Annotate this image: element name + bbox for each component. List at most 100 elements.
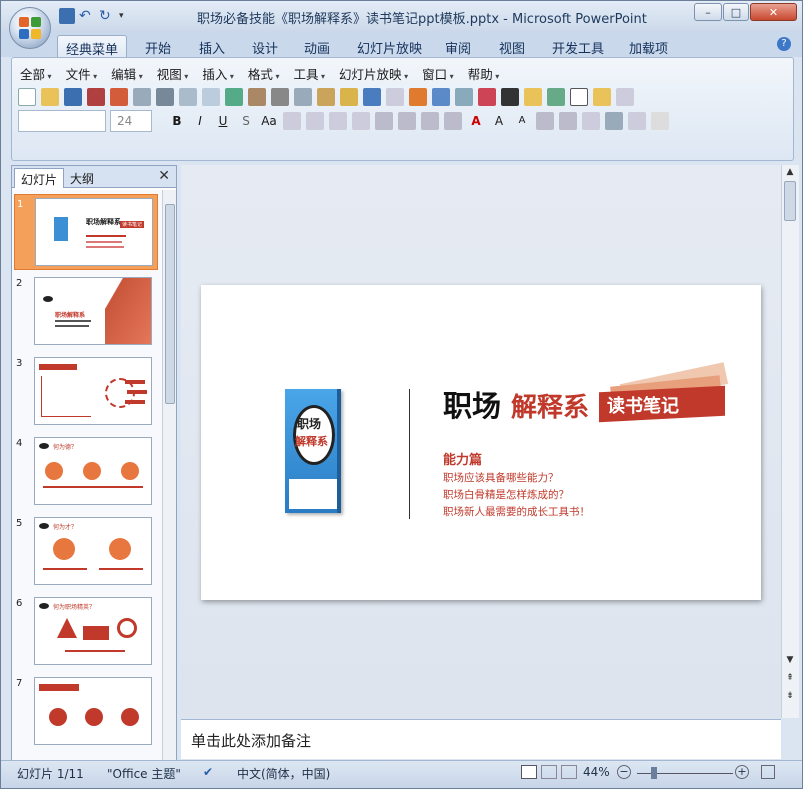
thumbnail-scrollbar[interactable] [162,190,176,760]
align-right-icon[interactable] [329,112,347,130]
menu-edit[interactable]: 编辑 [111,64,143,82]
undo-icon[interactable]: ↶ [79,8,95,24]
print-icon[interactable] [156,88,174,106]
scroll-up-icon[interactable]: ▲ [784,167,796,179]
shadow-icon[interactable]: S [237,112,255,130]
grow-font-icon[interactable]: A [490,112,508,130]
shape-fill-icon[interactable] [628,112,646,130]
menu-format[interactable]: 格式 [248,64,280,82]
menu-help[interactable]: 帮助 [468,64,500,82]
table-icon[interactable] [432,88,450,106]
menu-all[interactable]: 全部 [20,64,52,82]
theme-name[interactable]: "Office 主题" [107,765,181,782]
slide-thumbnail[interactable]: 4 何为德？ [14,434,158,510]
help-icon[interactable]: ? [777,37,791,51]
copy-icon[interactable] [294,88,312,106]
menu-slideshow[interactable]: 幻灯片放映 [339,64,408,82]
new-icon[interactable] [18,88,36,106]
close-button[interactable]: ✕ [750,3,797,21]
bullets-icon[interactable] [444,112,462,130]
notes-pane[interactable]: 单击此处添加备注 [181,719,781,759]
shrink-font-icon[interactable]: A [513,112,531,130]
zoom-slider-thumb[interactable] [651,767,657,779]
align-center-icon[interactable] [306,112,324,130]
slide-thumbnail[interactable]: 2 职场解释系 [14,274,158,350]
increase-indent-icon[interactable] [559,112,577,130]
redo-icon[interactable]: ↻ [99,8,115,24]
tab-slideshow[interactable]: 幻灯片放映 [349,35,430,57]
minimize-button[interactable]: – [694,3,722,21]
slideshow-view-icon[interactable] [561,765,577,779]
tab-insert[interactable]: 插入 [191,35,233,57]
spelling-icon[interactable] [225,88,243,106]
font-name-combo[interactable] [18,110,106,132]
text-direction-icon[interactable] [398,112,416,130]
next-slide-icon[interactable]: ⇟ [784,691,796,705]
undo-icon[interactable] [363,88,381,106]
paste-icon[interactable] [317,88,335,106]
save-icon[interactable] [59,8,75,24]
tab-review[interactable]: 审阅 [437,35,479,57]
decrease-indent-icon[interactable] [536,112,554,130]
menu-insert[interactable]: 插入 [202,64,234,82]
maximize-button[interactable]: □ [723,3,749,21]
chart-icon[interactable] [409,88,427,106]
redo-icon[interactable] [386,88,404,106]
shapes-icon[interactable] [501,88,519,106]
slide-sorter-icon[interactable] [541,765,557,779]
research-icon[interactable] [248,88,266,106]
align-left-icon[interactable] [283,112,301,130]
format-painter-icon[interactable] [340,88,358,106]
columns-icon[interactable] [375,112,393,130]
customize-qat-icon[interactable]: ▾ [119,8,135,24]
folder-icon[interactable] [593,88,611,106]
spelling-check-icon[interactable]: ✔ [203,765,213,779]
scroll-down-icon[interactable]: ▼ [784,655,796,667]
previous-slide-icon[interactable]: ⇞ [784,673,796,687]
new-slide-icon[interactable] [524,88,542,106]
slide-thumbnail[interactable]: 7 [14,674,158,750]
zoom-out-icon[interactable]: − [617,765,631,779]
scrollbar-thumb[interactable] [784,181,796,221]
italic-icon[interactable]: I [191,112,209,130]
slide-thumbnail[interactable]: 3 [14,354,158,430]
scrollbar-thumb[interactable] [165,204,175,404]
office-button[interactable] [9,7,51,49]
tab-developer[interactable]: 开发工具 [544,35,612,57]
zoom-in-icon[interactable]: + [735,765,749,779]
menu-tools[interactable]: 工具 [293,64,325,82]
tab-outline[interactable]: 大纲 [64,168,100,188]
font-color-icon[interactable]: A [467,112,485,130]
tab-design[interactable]: 设计 [244,35,286,57]
layout-icon[interactable] [547,88,565,106]
attach-icon[interactable] [133,88,151,106]
zoom-level[interactable]: 44% [583,765,610,779]
font-size-combo[interactable]: 24 [110,110,152,132]
tab-addins[interactable]: 加载项 [621,35,676,57]
current-slide[interactable]: 职场 解释系 职场 解释系 读书笔记 能力篇 职场应该具备哪些能力？ 职场白骨精… [201,285,761,600]
print-preview-icon[interactable] [179,88,197,106]
publish-icon[interactable] [87,88,105,106]
slide-thumbnail[interactable]: 5 何为才？ [14,514,158,590]
page-setup-icon[interactable] [202,88,220,106]
textbox-icon[interactable] [570,88,588,106]
underline-icon[interactable]: U [214,112,232,130]
arrange-icon[interactable] [582,112,600,130]
normal-view-icon[interactable] [521,765,537,779]
language-indicator[interactable]: 中文(简体，中国) [237,765,330,782]
permission-icon[interactable] [110,88,128,106]
close-pane-icon[interactable]: ✕ [158,168,170,184]
picture-icon[interactable] [478,88,496,106]
fit-to-window-icon[interactable] [761,765,775,779]
tab-slides[interactable]: 幻灯片 [14,168,65,188]
save-icon[interactable] [64,88,82,106]
shape-outline-icon[interactable] [651,112,669,130]
clipart-icon[interactable] [455,88,473,106]
slide-thumbnail[interactable]: 1 职场解释系 读书笔记 [14,194,158,270]
justify-icon[interactable] [352,112,370,130]
tab-animations[interactable]: 动画 [296,35,338,57]
bold-icon[interactable]: B [168,112,186,130]
find-icon[interactable] [616,88,634,106]
tab-view[interactable]: 视图 [491,35,533,57]
open-icon[interactable] [41,88,59,106]
